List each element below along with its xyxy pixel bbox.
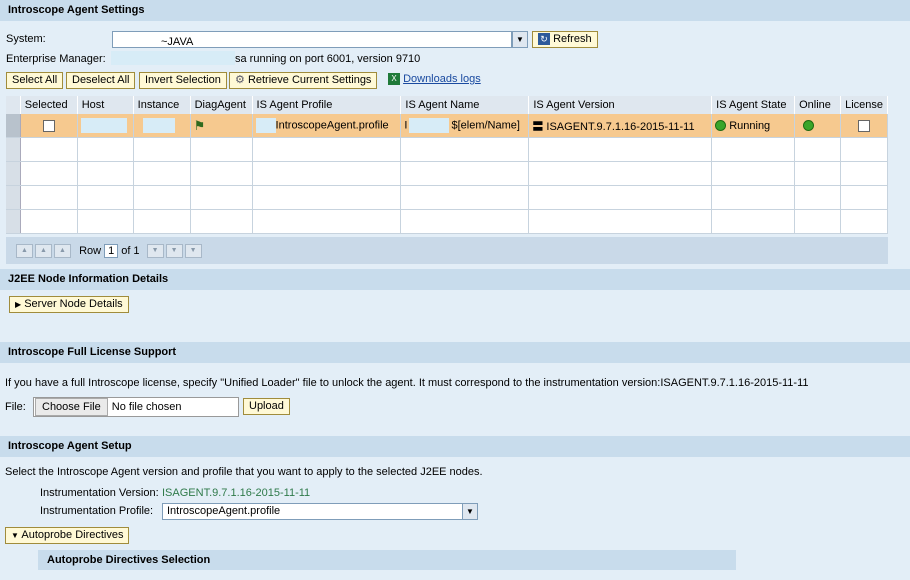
row-selector[interactable] (6, 161, 21, 186)
equals-icon: 〓 (532, 120, 544, 133)
col-instance[interactable]: Instance (133, 96, 191, 114)
instrumentation-profile-label: Instrumentation Profile: (40, 505, 154, 517)
file-status-text: No file chosen (111, 401, 182, 413)
host-cell (77, 114, 134, 138)
selected-checkbox[interactable] (42, 119, 55, 132)
table-row (6, 209, 888, 234)
system-value: ~JAVA (161, 36, 194, 48)
file-label: File: (5, 401, 26, 413)
table-row (6, 161, 888, 186)
row-selector[interactable] (6, 185, 21, 210)
col-license[interactable]: License (840, 96, 888, 114)
pager-row-input[interactable]: 1 (104, 244, 119, 258)
row-selector[interactable] (6, 137, 21, 162)
enterprise-manager-label: Enterprise Manager: (6, 53, 106, 65)
first-page-icon[interactable]: ▲ (16, 244, 33, 259)
system-label: System: (6, 33, 46, 45)
instrumentation-profile-select[interactable]: IntroscopeAgent.profile (162, 503, 464, 520)
table-header-row: Selected Host Instance DiagAgent IS Agen… (6, 96, 888, 114)
chevron-down-icon: ▼ (466, 507, 474, 516)
row-selector[interactable] (6, 114, 21, 138)
last-page-icon[interactable]: ▼ (184, 244, 202, 259)
online-status-icon (803, 120, 815, 132)
row-selector[interactable] (6, 209, 21, 234)
instrumentation-version-value: ISAGENT.9.7.1.16-2015-11-11 (162, 487, 311, 499)
chevron-down-icon: ▼ (516, 35, 524, 44)
gears-icon: ⚙ (235, 74, 245, 86)
redacted-host (111, 51, 235, 65)
refresh-icon: ↻ (538, 33, 550, 46)
agent-name-cell: I $[elem/Name] (400, 114, 530, 138)
table-row (6, 185, 888, 210)
next-page-block-icon[interactable]: ▼ (165, 244, 183, 259)
server-node-details-button[interactable]: ▶ Server Node Details (9, 296, 129, 313)
license-cell[interactable] (840, 114, 888, 138)
license-checkbox[interactable] (858, 119, 871, 132)
excel-icon: X (388, 73, 400, 86)
pager-row-label: Row (79, 245, 102, 257)
choose-file-button[interactable]: Choose File (35, 398, 108, 416)
system-dropdown-button[interactable]: ▼ (512, 31, 528, 48)
retrieve-settings-button[interactable]: ⚙ Retrieve Current Settings (229, 72, 378, 89)
col-profile[interactable]: IS Agent Profile (252, 96, 402, 114)
prev-row-icon[interactable]: ▲ (54, 244, 71, 259)
online-cell (794, 114, 842, 138)
profile-dropdown-button[interactable]: ▼ (462, 503, 478, 520)
agents-table: Selected Host Instance DiagAgent IS Agen… (6, 96, 888, 234)
instrumentation-version-label: Instrumentation Version: (40, 487, 159, 499)
flag-icon: ⚑ (193, 117, 206, 133)
select-all-button[interactable]: Select All (6, 72, 64, 89)
redacted-profile-prefix (255, 118, 276, 133)
invert-selection-button[interactable]: Invert Selection (139, 72, 227, 89)
next-row-icon[interactable]: ▼ (146, 244, 164, 259)
col-host[interactable]: Host (77, 96, 134, 114)
agent-state-cell: Running (711, 114, 796, 138)
autoprobe-selection-header: Autoprobe Directives Selection (38, 550, 736, 570)
redacted-name (409, 118, 450, 133)
col-agent-name[interactable]: IS Agent Name (400, 96, 530, 114)
chevron-down-icon: ▼ (11, 531, 19, 540)
agent-version-cell: 〓 ISAGENT.9.7.1.16-2015-11-11 (528, 114, 713, 138)
redacted-host-value (80, 118, 127, 133)
chevron-right-icon: ▶ (15, 300, 22, 309)
file-input[interactable]: Choose File No file chosen (33, 397, 239, 417)
autoprobe-directives-toggle[interactable]: ▼ Autoprobe Directives (5, 527, 130, 544)
table-row[interactable]: ⚑ IntroscopeAgent.profile I $[elem/Name] … (6, 114, 888, 138)
pager-of-label: of 1 (121, 245, 140, 257)
table-pager: ▲ ▲ ▲ Row 1 of 1 ▼ ▼ ▼ (6, 237, 888, 264)
enterprise-manager-status: sa running on port 6001, version 9710 (235, 53, 421, 65)
section-header-agent-settings: Introscope Agent Settings (0, 0, 910, 21)
section-header-license: Introscope Full License Support (0, 342, 910, 363)
col-selected[interactable]: Selected (20, 96, 78, 114)
deselect-all-button[interactable]: Deselect All (66, 72, 136, 89)
license-description: If you have a full Introscope license, s… (5, 377, 809, 389)
refresh-button[interactable]: ↻ Refresh (532, 31, 598, 48)
profile-cell: IntroscopeAgent.profile (252, 114, 402, 138)
col-online[interactable]: Online (794, 96, 842, 114)
col-agent-state[interactable]: IS Agent State (711, 96, 796, 114)
row-header-corner (6, 96, 21, 114)
col-agent-version[interactable]: IS Agent Version (528, 96, 713, 114)
upload-button[interactable]: Upload (243, 398, 290, 415)
setup-description: Select the Introscope Agent version and … (5, 466, 483, 478)
section-header-setup: Introscope Agent Setup (0, 436, 910, 457)
download-logs-link[interactable]: X Downloads logs (388, 73, 481, 86)
system-select[interactable]: ~JAVA (112, 31, 512, 48)
col-diagagent[interactable]: DiagAgent (190, 96, 253, 114)
section-header-j2ee: J2EE Node Information Details (0, 269, 910, 290)
table-row (6, 137, 888, 162)
instance-cell (133, 114, 191, 138)
redacted-instance-value (142, 118, 175, 133)
prev-page-block-icon[interactable]: ▲ (35, 244, 52, 259)
diagagent-cell: ⚑ (190, 114, 253, 138)
selected-cell[interactable] (20, 114, 78, 138)
status-running-icon (715, 120, 727, 132)
